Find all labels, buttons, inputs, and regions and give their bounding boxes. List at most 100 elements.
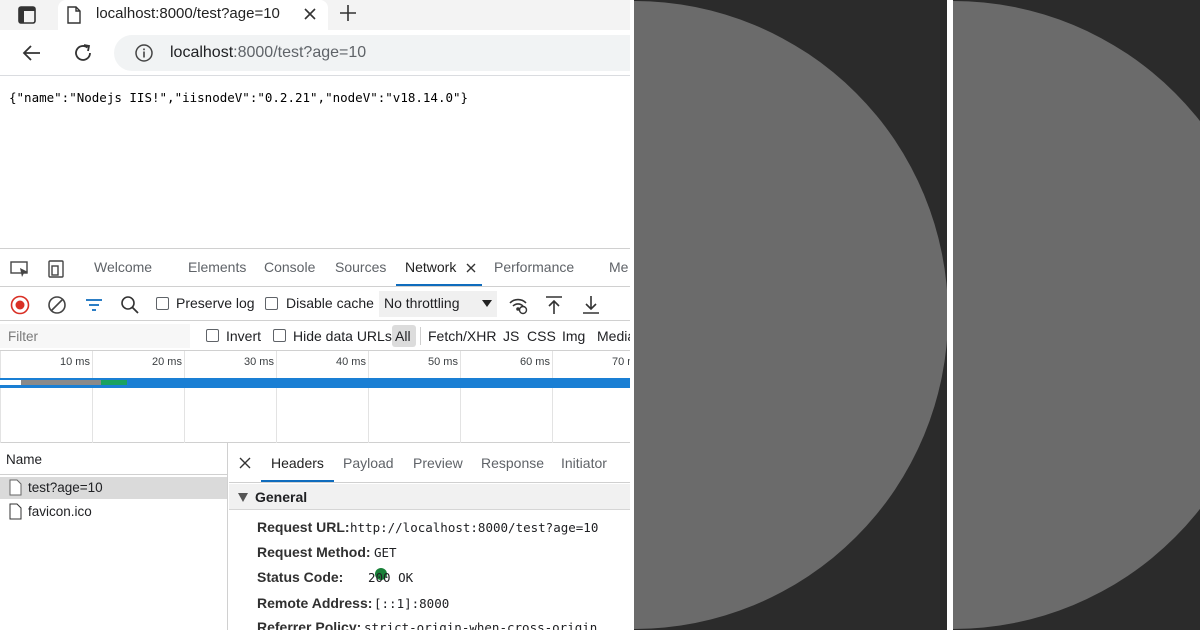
header-value: 200 OK	[368, 570, 414, 585]
general-section-title: General	[255, 489, 308, 505]
header-value: http://localhost:8000/test?age=10	[350, 520, 599, 535]
filter-css[interactable]: CSS	[527, 328, 556, 344]
header-value: GET	[374, 545, 397, 560]
decorative-panel-right	[953, 0, 1200, 630]
back-arrow-icon[interactable]	[20, 41, 44, 65]
request-row[interactable]: favicon.ico	[0, 501, 227, 523]
tick-label: 30 ms	[244, 356, 274, 368]
devtools-tab-sources[interactable]: Sources	[335, 259, 386, 275]
browser-tab[interactable]: localhost:8000/test?age=10	[58, 0, 328, 30]
timeline-queue-segment	[0, 380, 21, 385]
tick-label: 60 ms	[520, 356, 550, 368]
request-details: Headers Payload Preview Response Initiat…	[229, 443, 630, 630]
document-icon	[9, 503, 22, 520]
details-tabbar: Headers Payload Preview Response Initiat…	[229, 443, 630, 483]
inspect-element-icon[interactable]	[9, 259, 31, 279]
filter-fetch-xhr[interactable]: Fetch/XHR	[428, 328, 496, 344]
export-har-icon[interactable]	[580, 294, 602, 316]
address-bar[interactable]: localhost:8000/test?age=10	[114, 35, 630, 71]
details-tab-preview[interactable]: Preview	[413, 455, 463, 471]
info-icon[interactable]	[134, 43, 154, 63]
network-toolbar: Preserve log Disable cache No throttling	[0, 287, 630, 321]
search-icon[interactable]	[119, 294, 141, 316]
filter-media[interactable]: Media	[597, 328, 630, 344]
devtools-tab-performance[interactable]: Performance	[494, 259, 574, 275]
request-row[interactable]: test?age=10	[0, 477, 227, 499]
active-details-tab-indicator	[261, 480, 334, 482]
document-icon	[9, 479, 22, 496]
import-har-icon[interactable]	[543, 294, 565, 316]
preserve-log-checkbox[interactable]	[156, 297, 169, 310]
network-conditions-icon[interactable]	[507, 294, 529, 316]
filter-img[interactable]: Img	[562, 328, 585, 344]
device-toolbar-icon[interactable]	[46, 259, 68, 279]
new-tab-icon[interactable]	[338, 3, 358, 23]
half-circle-shape-right	[953, 1, 1200, 629]
filter-icon[interactable]	[83, 294, 105, 316]
header-key: Request URL:	[257, 519, 350, 535]
header-key: Request Method:	[257, 544, 371, 560]
throttling-select[interactable]: No throttling	[379, 291, 497, 317]
half-circle-shape-left	[634, 1, 947, 629]
tick-label: 40 ms	[336, 356, 366, 368]
record-stop-icon[interactable]	[9, 294, 31, 316]
tick-line	[368, 351, 369, 443]
details-tab-initiator[interactable]: Initiator	[561, 455, 607, 471]
filter-input[interactable]: Filter	[0, 324, 190, 348]
filter-all-label: All	[395, 328, 411, 344]
address-text: localhost:8000/test?age=10	[170, 44, 366, 62]
page-content: {"name":"Nodejs IIS!","iisnodeV":"0.2.21…	[0, 76, 630, 248]
tick-label: 70 ms	[612, 356, 630, 368]
reload-icon[interactable]	[71, 41, 95, 65]
address-host: localhost	[170, 44, 234, 61]
filter-js[interactable]: JS	[503, 328, 519, 344]
browser-window: localhost:8000/test?age=10 localhost:800…	[0, 0, 630, 630]
tab-close-icon[interactable]	[300, 4, 320, 24]
devtools-tab-welcome[interactable]: Welcome	[94, 259, 152, 275]
details-tab-payload[interactable]: Payload	[343, 455, 394, 471]
tab-title: localhost:8000/test?age=10	[96, 5, 280, 22]
tick-line	[276, 351, 277, 443]
dropdown-caret-icon	[482, 300, 492, 307]
header-value: [::1]:8000	[374, 596, 450, 611]
name-column-header[interactable]: Name	[0, 443, 227, 475]
tick-line	[184, 351, 185, 443]
devtools-tabbar: Welcome Elements Console Sources Network…	[0, 249, 630, 287]
devtools-tab-network[interactable]: Network	[405, 259, 456, 275]
tick-line	[0, 351, 1, 443]
tab-strip: localhost:8000/test?age=10	[0, 0, 630, 30]
browser-toolbar: localhost:8000/test?age=10	[0, 30, 630, 76]
sidebar-toggle-icon[interactable]	[17, 5, 37, 25]
filter-separator	[420, 327, 421, 345]
details-tab-response[interactable]: Response	[481, 455, 544, 471]
address-path: :8000/test?age=10	[233, 44, 367, 61]
devtools-tab-elements[interactable]: Elements	[188, 259, 246, 275]
disable-cache-checkbox[interactable]	[265, 297, 278, 310]
header-value: strict-origin-when-cross-origin	[364, 620, 598, 630]
close-details-icon[interactable]	[238, 456, 252, 470]
devtools-tab-memory[interactable]: Me	[609, 259, 628, 275]
name-column-label: Name	[6, 452, 43, 467]
tick-line	[552, 351, 553, 443]
tick-line	[92, 351, 93, 443]
filter-all-button[interactable]: All	[392, 325, 416, 347]
collapse-triangle-icon	[238, 493, 248, 502]
header-key: Referrer Policy:	[257, 619, 362, 630]
header-key: Remote Address:	[257, 595, 373, 611]
disable-cache-label: Disable cache	[286, 295, 374, 311]
network-tab-close-icon[interactable]	[464, 261, 478, 275]
request-list: Name test?age=10 favicon.ico	[0, 443, 228, 630]
tick-label: 20 ms	[152, 356, 182, 368]
details-tab-headers[interactable]: Headers	[271, 455, 324, 471]
invert-checkbox[interactable]	[206, 329, 219, 342]
json-response-text: {"name":"Nodejs IIS!","iisnodeV":"0.2.21…	[9, 90, 469, 105]
filter-placeholder: Filter	[8, 329, 38, 344]
devtools-panel: Welcome Elements Console Sources Network…	[0, 248, 630, 630]
network-overview-timeline[interactable]: 10 ms 20 ms 30 ms 40 ms 50 ms 60 ms 70 m…	[0, 351, 630, 443]
tick-label: 50 ms	[428, 356, 458, 368]
active-tab-indicator	[396, 284, 482, 286]
general-section-header[interactable]: General	[229, 484, 630, 510]
clear-icon[interactable]	[46, 294, 68, 316]
devtools-tab-console[interactable]: Console	[264, 259, 315, 275]
hide-data-urls-checkbox[interactable]	[273, 329, 286, 342]
